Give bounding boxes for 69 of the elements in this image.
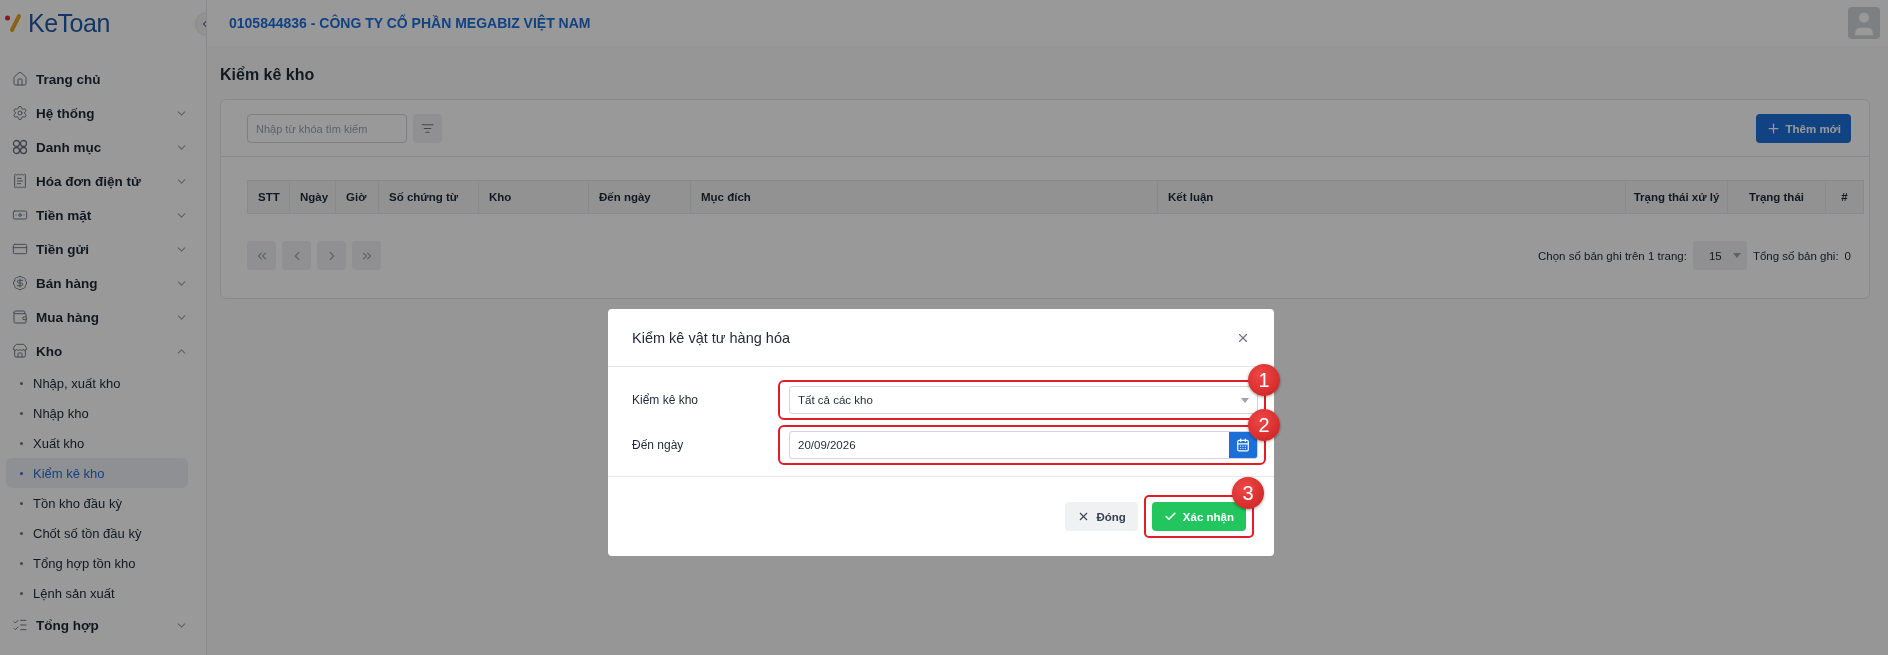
field-label: Đến ngày (632, 438, 685, 452)
sidebar-item[interactable]: Tiền mặt (6, 198, 200, 232)
caret-icon (1241, 397, 1249, 403)
search-field[interactable]: Nhập từ khóa tìm kiếm (247, 114, 407, 143)
sidebar-item[interactable]: Tiền gửi (6, 232, 200, 266)
total-count: 0 (1844, 249, 1851, 262)
filter-icon (421, 122, 434, 135)
step-badge: 2 (1248, 409, 1280, 441)
four-circles-icon (12, 139, 28, 155)
page-size-select[interactable]: 15 (1692, 241, 1747, 270)
avatar-icon[interactable] (1848, 7, 1880, 39)
filter-button[interactable] (413, 114, 442, 143)
receipt-icon (12, 173, 28, 189)
add-button[interactable]: Thêm mới (1755, 114, 1851, 143)
prev-page-button[interactable] (282, 241, 311, 270)
logo-text: KeToan (28, 8, 110, 38)
check-icon (1163, 510, 1177, 523)
sidebar-subitem[interactable]: Kiểm kê kho (6, 458, 188, 488)
column-header: Ngày (290, 181, 336, 213)
sidebar-subitem[interactable]: Nhập, xuất kho (6, 368, 188, 398)
first-page-button[interactable] (247, 241, 276, 270)
last-page-button[interactable] (352, 241, 381, 270)
column-header: Kho (479, 181, 589, 213)
column-header: Số chứng từ (379, 181, 479, 213)
caret-icon (1732, 253, 1741, 258)
column-header: STT (248, 181, 290, 213)
sidebar-item[interactable]: Kho (6, 334, 200, 368)
column-header: Trạng thái xử lý (1626, 181, 1728, 213)
calendar-icon[interactable] (1236, 438, 1250, 452)
date-field[interactable]: 20/09/2026 (789, 431, 1258, 459)
sidebar-item[interactable]: Tổng hợp (6, 608, 200, 642)
select-field[interactable]: Tất cả các kho (789, 386, 1258, 414)
banknote-icon (12, 207, 28, 223)
sidebar-subitem[interactable]: Nhập kho (6, 398, 188, 428)
column-header: Trạng thái (1728, 181, 1826, 213)
column-header: Mục đích (691, 181, 1158, 213)
sidebar-subitem[interactable]: Xuất kho (6, 428, 188, 458)
sidebar-item[interactable]: Hóa đơn điện tử (6, 164, 200, 198)
card-icon (12, 241, 28, 257)
settings-icon (12, 105, 28, 121)
sidebar-subitem[interactable]: Chốt số tồn đầu kỳ (6, 518, 188, 548)
close-button[interactable]: Đóng (1065, 502, 1138, 531)
step-badge: 1 (1248, 364, 1280, 396)
column-header: Kết luận (1158, 181, 1626, 213)
column-header: # (1840, 190, 1849, 205)
plus-icon (1765, 121, 1781, 136)
wallet-icon (12, 309, 28, 325)
home-icon (12, 71, 28, 87)
sidebar-item[interactable]: Mua hàng (6, 300, 200, 334)
sidebar-item[interactable]: Hệ thống (6, 96, 200, 130)
next-page-button[interactable] (317, 241, 346, 270)
step-badge: 3 (1232, 477, 1264, 509)
page-size-label: Chọn số bản ghi trên 1 trang: (1537, 249, 1687, 262)
column-header: Giờ (336, 181, 379, 213)
sidebar-item[interactable]: Trang chủ (6, 62, 200, 96)
store-icon (12, 343, 28, 359)
checklist-icon (12, 617, 28, 633)
sidebar-item[interactable]: Bán hàng (6, 266, 200, 300)
dialog-title: Kiểm kê vật tư hàng hóa (632, 329, 791, 346)
logo-mark-icon (4, 13, 24, 33)
sidebar-subitem[interactable]: Tồn kho đầu kỳ (6, 488, 188, 518)
field-label: Kiểm kê kho (632, 393, 700, 407)
sidebar-item[interactable]: Danh mục (6, 130, 200, 164)
total-label: Tổng số bản ghi: (1752, 249, 1839, 262)
sidebar-subitem[interactable]: Tổng hợp tồn kho (6, 548, 188, 578)
column-header: Đến ngày (589, 181, 691, 213)
page-title: Kiểm kê kho (220, 66, 316, 84)
sidebar-subitem[interactable]: Lệnh sản xuất (6, 578, 188, 608)
company-title: 0105844836 - CÔNG TY CỔ PHẦN MEGABIZ VIỆT NAM (229, 15, 591, 31)
